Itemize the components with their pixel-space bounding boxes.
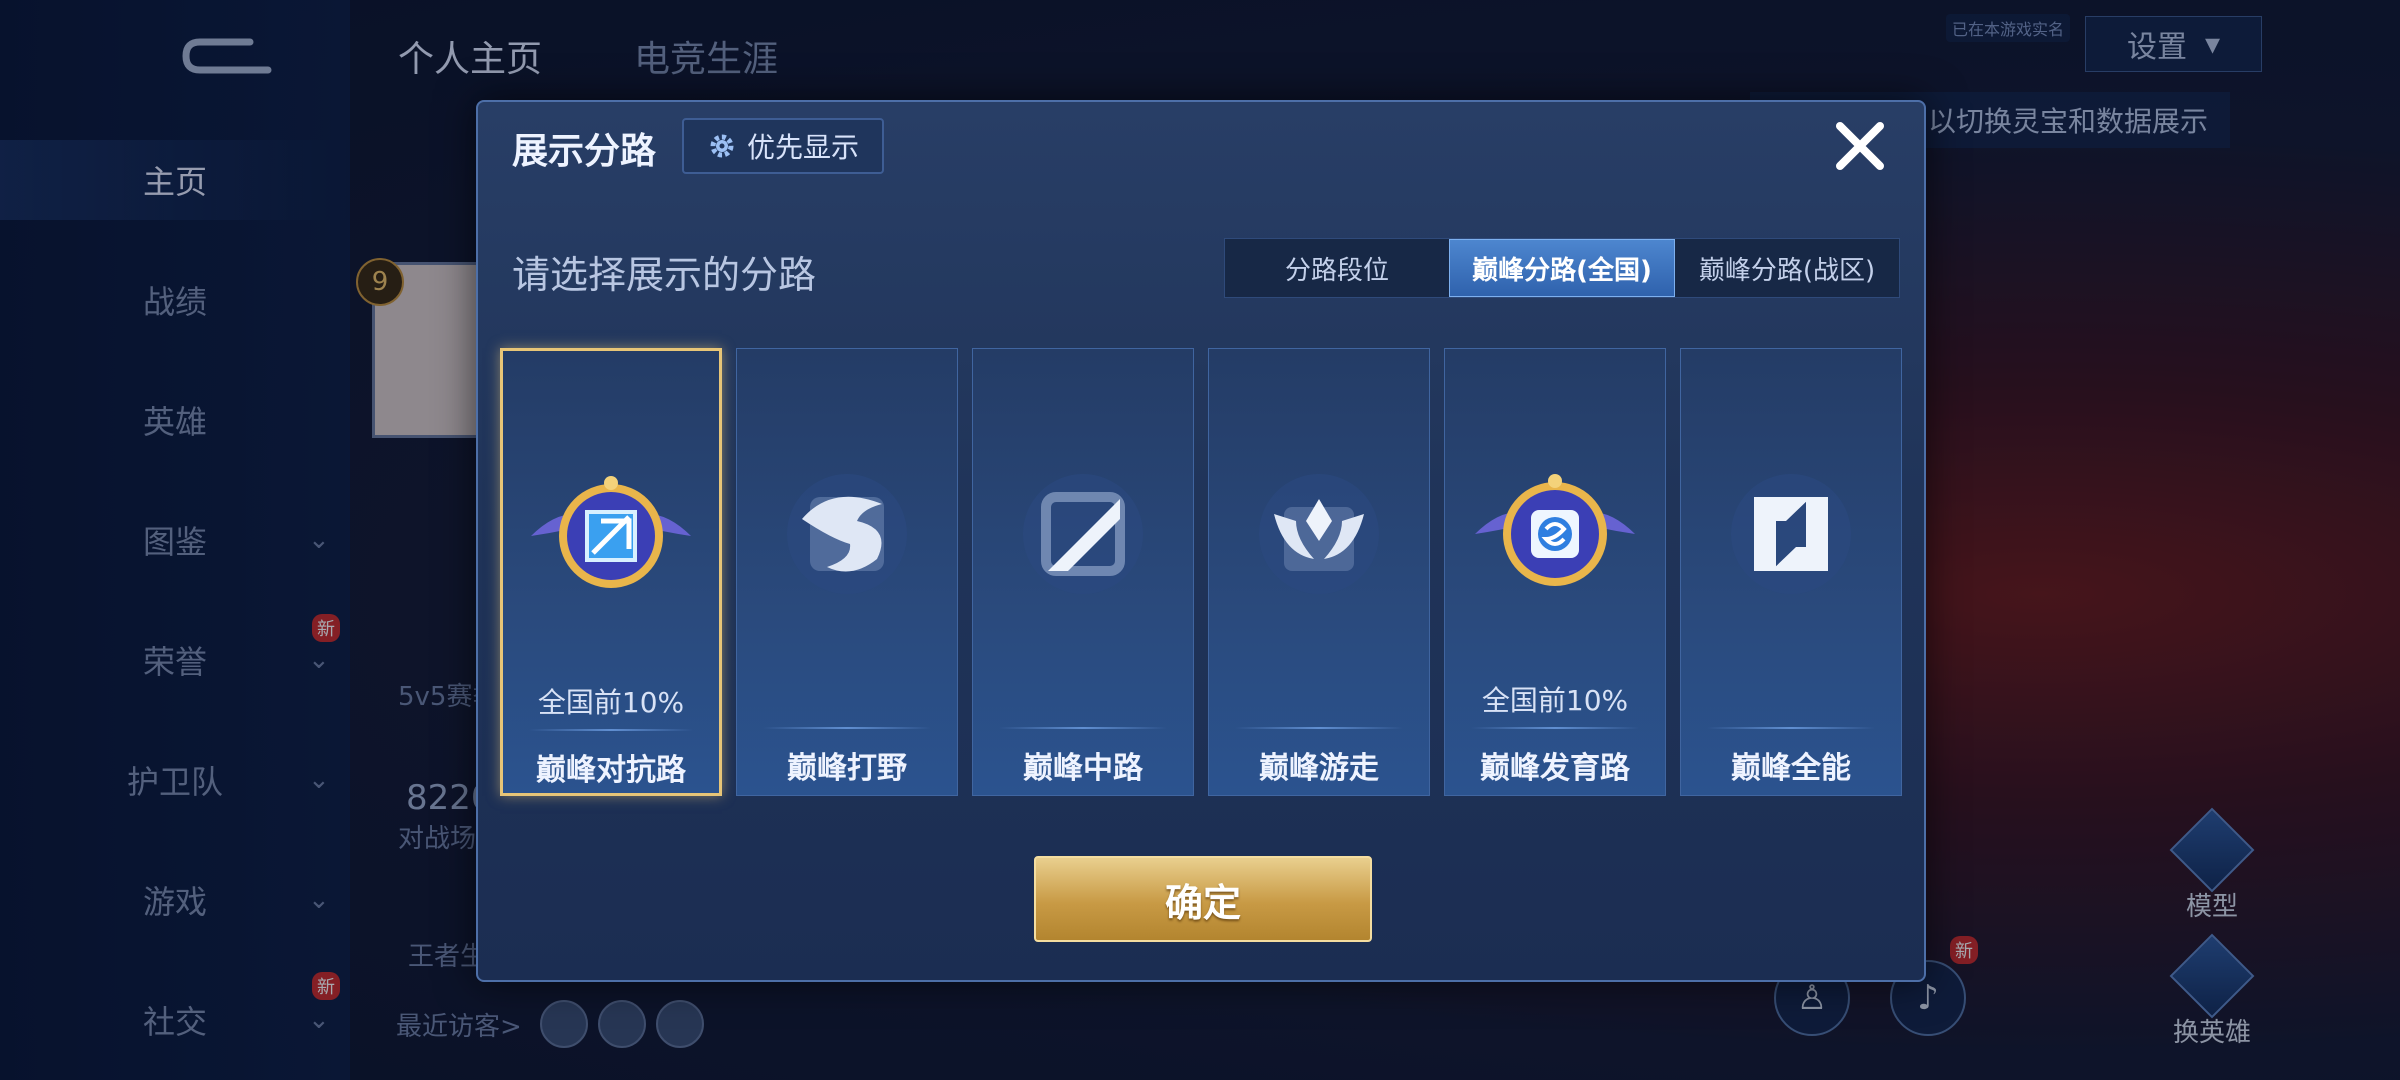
rank-text: 全国前10%: [1481, 684, 1629, 717]
lane-label: 巅峰全能: [1731, 751, 1851, 786]
card-divider: [1235, 727, 1403, 729]
modal-title: 展示分路: [512, 131, 657, 172]
tab-peak-lane-national[interactable]: 巅峰分路(全国): [1449, 239, 1675, 297]
card-divider: [999, 727, 1167, 729]
close-icon[interactable]: [1830, 116, 1890, 176]
gear-icon: [710, 134, 734, 158]
all-round-icon: [1681, 459, 1901, 609]
lane-card-top[interactable]: 全国前10% 巅峰对抗路: [500, 348, 722, 796]
lane-label: 巅峰中路: [1023, 751, 1143, 786]
card-divider: [1707, 727, 1875, 729]
card-divider: [529, 729, 693, 731]
lane-card-jungle[interactable]: 巅峰打野: [736, 348, 958, 796]
lane-display-modal: 展示分路 优先显示 请选择展示的分路 分路段位 巅峰分路(全国) 巅峰分路(战区…: [476, 100, 1926, 982]
tab-peak-lane-region[interactable]: 巅峰分路(战区): [1675, 239, 1899, 297]
lane-card-bot[interactable]: 全国前10% 巅峰发育路: [1444, 348, 1666, 796]
lane-card-all-round[interactable]: 巅峰全能: [1680, 348, 1902, 796]
tab-lane-rank[interactable]: 分路段位: [1225, 239, 1449, 297]
lane-label: 巅峰对抗路: [536, 753, 686, 788]
lane-card-roam[interactable]: 巅峰游走: [1208, 348, 1430, 796]
bot-lane-emblem-icon: [1445, 459, 1665, 609]
priority-label: 优先显示: [746, 131, 859, 164]
roam-wings-icon: [1209, 459, 1429, 609]
mid-lane-icon: [973, 459, 1193, 609]
jungle-dragon-icon: [737, 459, 957, 609]
confirm-button[interactable]: 确定: [1034, 856, 1372, 942]
top-lane-emblem-icon: [503, 461, 719, 611]
card-divider: [763, 727, 931, 729]
lane-label: 巅峰打野: [787, 751, 907, 786]
priority-display-button[interactable]: 优先显示: [682, 118, 884, 174]
lane-prompt: 请选择展示的分路: [512, 253, 817, 297]
lane-card-mid[interactable]: 巅峰中路: [972, 348, 1194, 796]
rank-text: 全国前10%: [537, 686, 685, 719]
lane-type-switcher: 分路段位 巅峰分路(全国) 巅峰分路(战区): [1224, 238, 1900, 298]
lane-label: 巅峰游走: [1259, 751, 1379, 786]
card-divider: [1471, 727, 1639, 729]
lane-label: 巅峰发育路: [1480, 751, 1630, 786]
